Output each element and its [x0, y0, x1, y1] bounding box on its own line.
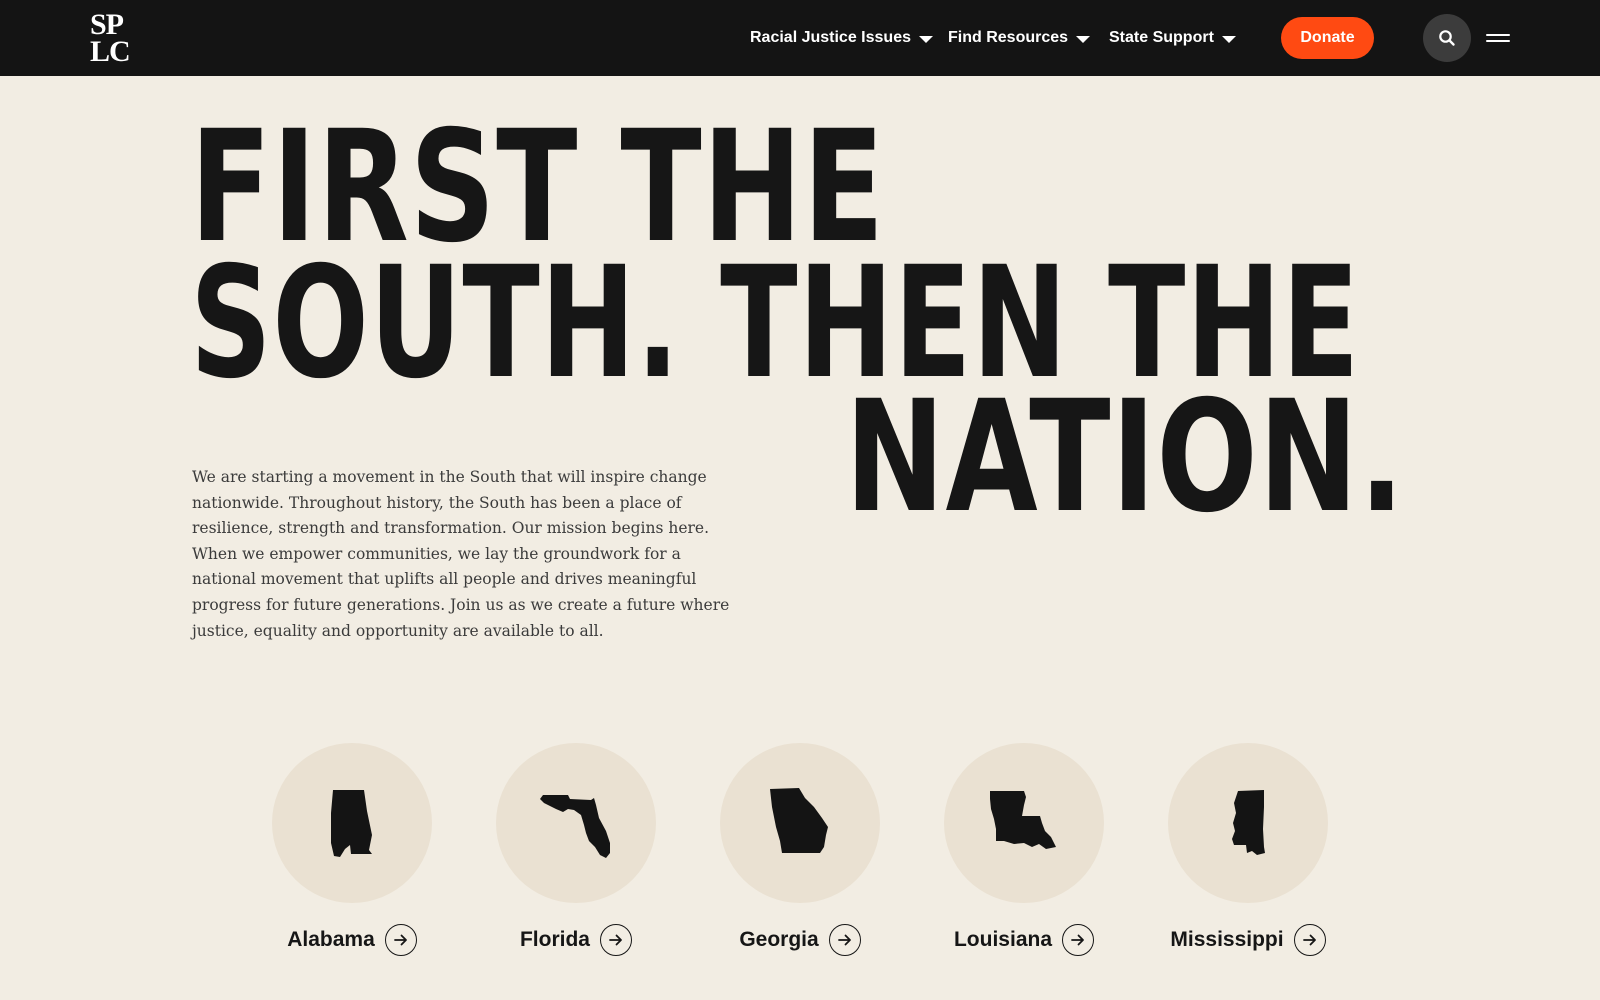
state-circle: [272, 743, 432, 903]
state-circle: [720, 743, 880, 903]
florida-map-icon: [540, 795, 610, 858]
state-label-row: Florida: [496, 923, 656, 957]
hamburger-menu-button[interactable]: [1483, 26, 1513, 50]
state-name: Alabama: [287, 928, 375, 951]
state-circle: [496, 743, 656, 903]
search-button[interactable]: [1423, 14, 1471, 62]
nav-label: Racial Justice Issues: [750, 29, 911, 46]
state-label-row: Alabama: [272, 923, 432, 957]
hero-headline-line-3: NATION.: [845, 368, 1405, 547]
state-label-row: Louisiana: [944, 923, 1104, 957]
nav-racial-justice-issues[interactable]: Racial Justice Issues: [750, 0, 933, 76]
nav-label: Find Resources: [948, 29, 1069, 46]
state-card-georgia[interactable]: Georgia: [720, 743, 880, 956]
search-icon: [1439, 30, 1455, 46]
nav-state-support[interactable]: State Support: [1109, 0, 1236, 76]
arrow-right-circle-icon[interactable]: [1062, 924, 1095, 956]
hero-intro-paragraph: We are starting a movement in the South …: [192, 468, 730, 640]
arrow-right-circle-icon[interactable]: [1293, 924, 1326, 956]
chevron-down-icon: [918, 35, 933, 43]
chevron-down-icon: [1076, 35, 1091, 43]
state-card-florida[interactable]: Florida: [496, 743, 656, 956]
mississippi-map-icon: [1232, 790, 1265, 855]
state-name: Georgia: [739, 928, 819, 951]
state-card-mississippi[interactable]: Mississippi: [1168, 743, 1328, 956]
nav-label: State Support: [1109, 29, 1214, 46]
arrow-right-circle-icon[interactable]: [828, 924, 861, 956]
state-name: Mississippi: [1170, 928, 1284, 951]
donate-button[interactable]: Donate: [1281, 17, 1374, 59]
chevron-down-icon: [1221, 35, 1236, 43]
state-name: Louisiana: [953, 928, 1053, 951]
state-card-louisiana[interactable]: Louisiana: [944, 743, 1104, 956]
state-name: Florida: [519, 928, 590, 951]
menu-icon-bar: [1486, 40, 1510, 42]
state-circle: [944, 743, 1104, 903]
nav-find-resources[interactable]: Find Resources: [948, 0, 1091, 76]
alabama-map-icon: [331, 790, 372, 857]
arrow-right-circle-icon[interactable]: [384, 924, 417, 956]
state-label-row: Georgia: [720, 923, 880, 957]
menu-icon-bar: [1486, 34, 1510, 36]
georgia-map-icon: [770, 788, 828, 853]
state-label-row: Mississippi: [1168, 923, 1328, 957]
splc-logo[interactable]: SP LC: [88, 10, 140, 68]
arrow-right-circle-icon[interactable]: [600, 924, 632, 956]
state-circle: [1168, 743, 1328, 903]
state-card-alabama[interactable]: Alabama: [272, 743, 432, 956]
logo-line-2: LC: [90, 35, 131, 68]
site-header: SP LC Racial Justice Issues Find Resourc…: [0, 0, 1600, 76]
louisiana-map-icon: [990, 791, 1056, 849]
